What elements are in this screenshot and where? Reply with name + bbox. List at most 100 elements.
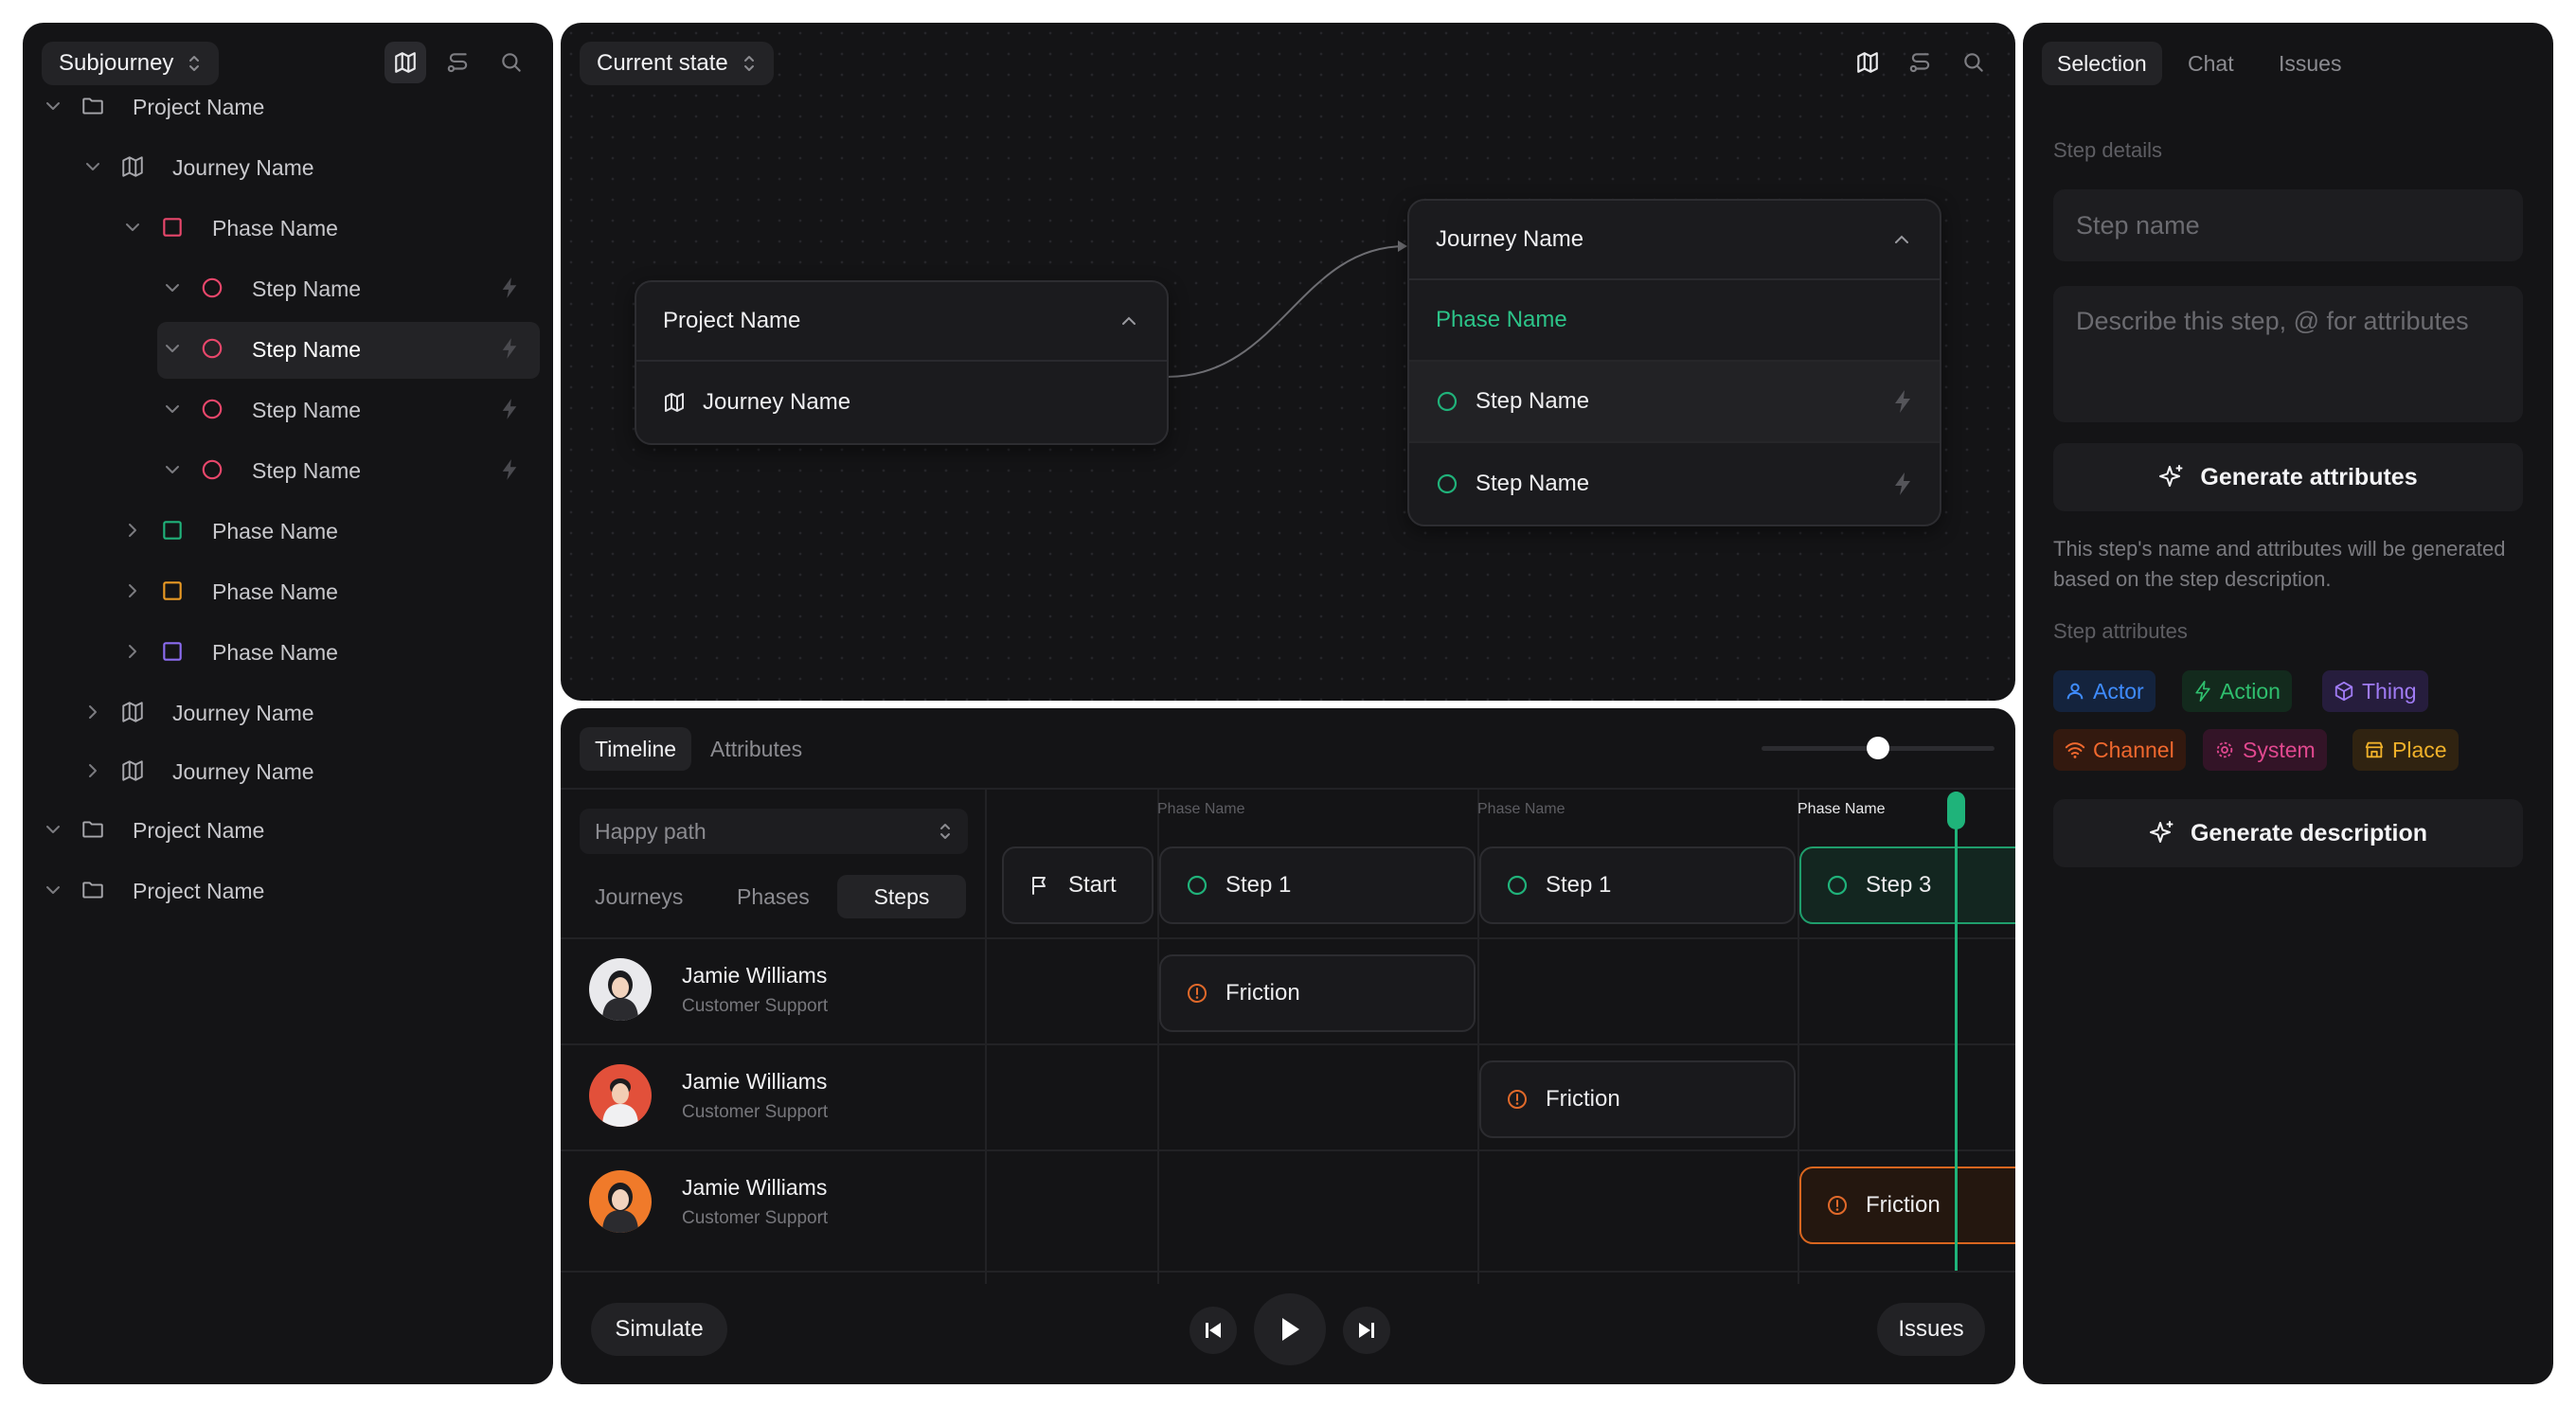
play-button[interactable] [1254, 1293, 1326, 1365]
skip-forward-button[interactable] [1343, 1307, 1390, 1354]
chevron-down-icon[interactable] [161, 276, 184, 299]
friction-card[interactable]: Friction [1159, 954, 1476, 1032]
journey-node-step-row[interactable]: Step Name [1409, 362, 1940, 443]
journey-node[interactable]: Journey Name Phase Name Step Name Step N… [1407, 199, 1941, 526]
sparkle-icon [2149, 821, 2174, 843]
simulate-button[interactable]: Simulate [591, 1303, 727, 1356]
tree-item-project[interactable]: Project Name [23, 80, 553, 133]
tree-item-step[interactable]: Step Name [23, 261, 553, 314]
search-button[interactable] [491, 42, 532, 83]
bolt-icon[interactable] [500, 398, 519, 420]
tree-item-label: Phase Name [212, 216, 338, 240]
flow-view-button[interactable] [438, 42, 479, 83]
step-card[interactable]: Step 1 [1159, 846, 1476, 924]
journey-canvas[interactable]: Current state Project Name Journey Name … [561, 23, 2015, 701]
chevron-right-icon[interactable] [121, 579, 144, 602]
attribute-chip-thing[interactable]: Thing [2322, 670, 2428, 712]
map-view-button[interactable] [385, 42, 426, 83]
path-select[interactable]: Happy path [580, 809, 968, 854]
project-node-journey-label: Journey Name [703, 389, 851, 415]
tree-item-step[interactable]: Step Name [23, 443, 553, 496]
grid-divider [561, 788, 2015, 790]
journey-node-phase-row[interactable]: Phase Name [1409, 280, 1940, 362]
tree-item-phase[interactable]: Phase Name [23, 564, 553, 617]
bolt-icon[interactable] [500, 337, 519, 360]
tab-chat[interactable]: Chat [2173, 42, 2249, 85]
project-node-journey-row[interactable]: Journey Name [636, 362, 1167, 443]
tab-journeys[interactable]: Journeys [580, 875, 698, 918]
chevron-right-icon[interactable] [121, 519, 144, 542]
friction-card-active[interactable]: Friction [1799, 1167, 2015, 1244]
attribute-chip-action[interactable]: Action [2182, 670, 2292, 712]
person-icon [2066, 683, 2084, 700]
project-node-title: Project Name [663, 308, 801, 333]
tree-item-label: Project Name [133, 879, 265, 903]
attribute-chip-place[interactable]: Place [2352, 729, 2459, 771]
persona-row[interactable]: Jamie Williams Customer Support [589, 1170, 828, 1233]
chevron-down-icon[interactable] [81, 155, 104, 178]
step-card[interactable]: Step 1 [1479, 846, 1796, 924]
bolt-icon[interactable] [500, 458, 519, 481]
chevron-right-icon[interactable] [121, 640, 144, 663]
folder-icon [82, 821, 103, 838]
alert-circle-icon [1508, 1090, 1527, 1109]
friction-card[interactable]: Friction [1479, 1060, 1796, 1138]
chevron-down-icon[interactable] [121, 216, 144, 239]
tree-item-journey[interactable]: Journey Name [23, 744, 553, 797]
project-node[interactable]: Project Name Journey Name [635, 280, 1169, 445]
tab-selection[interactable]: Selection [2042, 42, 2162, 85]
zoom-slider-handle[interactable] [1867, 737, 1889, 759]
tree-item-step[interactable]: Step Name [23, 322, 553, 379]
tab-attributes[interactable]: Attributes [695, 727, 817, 771]
phase-square-icon [163, 642, 182, 661]
bolt-icon[interactable] [1892, 389, 1913, 414]
persona-row[interactable]: Jamie Williams Customer Support [589, 958, 828, 1021]
issues-button[interactable]: Issues [1877, 1303, 1985, 1356]
search-icon [502, 53, 521, 72]
tree-item-journey[interactable]: Journey Name [23, 686, 553, 739]
playhead-handle[interactable] [1947, 792, 1965, 829]
journey-node-step-row[interactable]: Step Name [1409, 443, 1940, 525]
attribute-chip-channel[interactable]: Channel [2053, 729, 2186, 771]
tree-item-project[interactable]: Project Name [23, 864, 553, 917]
persona-row[interactable]: Jamie Williams Customer Support [589, 1064, 828, 1127]
attribute-chip-actor[interactable]: Actor [2053, 670, 2156, 712]
attribute-chip-system[interactable]: System [2203, 729, 2327, 771]
tree-item-project[interactable]: Project Name [23, 803, 553, 856]
generate-description-button[interactable]: Generate description [2053, 799, 2523, 867]
step-description-input[interactable]: Describe this step, @ for attributes [2053, 286, 2523, 422]
tab-timeline[interactable]: Timeline [580, 727, 692, 771]
generate-attributes-button[interactable]: Generate attributes [2053, 443, 2523, 511]
tree-item-step[interactable]: Step Name [23, 383, 553, 436]
persona-name: Jamie Williams [682, 1068, 828, 1094]
chevron-down-icon[interactable] [42, 95, 64, 117]
skip-back-button[interactable] [1190, 1307, 1237, 1354]
tree-item-label: Step Name [252, 337, 362, 362]
phase-square-icon [163, 521, 182, 540]
chevron-right-icon[interactable] [81, 701, 104, 723]
tree-item-label: Step Name [252, 458, 362, 483]
persona-role: Customer Support [682, 1207, 829, 1228]
chevron-down-icon[interactable] [161, 398, 184, 420]
tab-steps[interactable]: Steps [837, 875, 966, 918]
tree-item-journey[interactable]: Journey Name [23, 140, 553, 193]
chevron-right-icon[interactable] [81, 759, 104, 782]
step-card-start[interactable]: Start [1002, 846, 1154, 924]
chevron-down-icon[interactable] [161, 458, 184, 481]
chevron-up-icon[interactable] [1118, 310, 1140, 332]
chevron-down-icon[interactable] [161, 337, 184, 360]
tab-phases[interactable]: Phases [722, 875, 825, 918]
bolt-icon[interactable] [1892, 472, 1913, 496]
persona-role: Customer Support [682, 995, 829, 1016]
chevron-up-icon[interactable] [1890, 228, 1913, 251]
tree-item-label: Journey Name [172, 701, 314, 725]
tree-item-phase[interactable]: Phase Name [23, 504, 553, 557]
step-card-active[interactable]: Step 3 [1799, 846, 2015, 924]
chevron-down-icon[interactable] [42, 879, 64, 901]
tree-item-phase[interactable]: Phase Name [23, 625, 553, 678]
chevron-down-icon[interactable] [42, 818, 64, 841]
step-name-input[interactable]: Step name [2053, 189, 2523, 261]
tree-item-phase[interactable]: Phase Name [23, 201, 553, 254]
bolt-icon[interactable] [500, 276, 519, 299]
tab-issues[interactable]: Issues [2263, 42, 2356, 85]
